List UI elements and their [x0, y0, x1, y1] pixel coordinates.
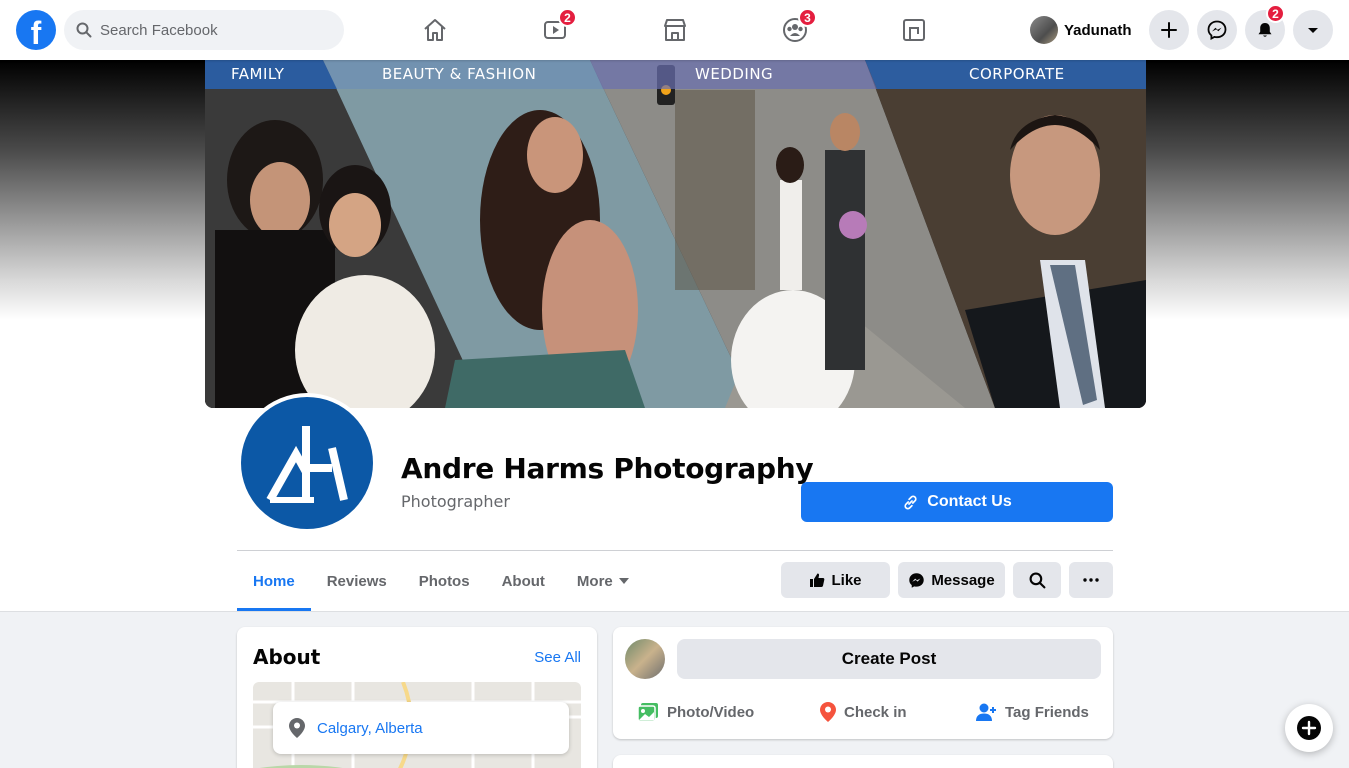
watch-badge: 2	[558, 8, 577, 27]
page-search-button[interactable]	[1013, 562, 1061, 598]
cover-tab-family: FAMILY	[231, 65, 285, 83]
page-header: FAMILY BEAUTY & FASHION WEDDING CORPORAT…	[0, 60, 1349, 612]
facebook-logo[interactable]: f	[16, 10, 56, 50]
cover-photo[interactable]: FAMILY BEAUTY & FASHION WEDDING CORPORAT…	[205, 60, 1146, 408]
tab-more[interactable]: More	[561, 551, 645, 611]
profile-name: Yadunath	[1064, 21, 1132, 39]
location-text: Calgary, Alberta	[317, 719, 423, 737]
message-button[interactable]: Message	[898, 562, 1005, 598]
avatar	[1030, 16, 1058, 44]
search-box[interactable]	[64, 10, 344, 50]
new-message-button[interactable]	[1285, 704, 1333, 752]
cover-photo-art	[205, 60, 1146, 408]
caret-down-icon	[618, 578, 629, 584]
create-post-button[interactable]: Create Post	[677, 639, 1101, 679]
tag-friends-button[interactable]: Tag Friends	[975, 697, 1089, 727]
map-pin-icon	[289, 718, 305, 738]
location-label[interactable]: Calgary, Alberta	[273, 702, 569, 754]
nav-watch[interactable]: 2	[525, 8, 585, 50]
bell-icon	[1258, 23, 1272, 37]
home-icon	[424, 19, 446, 41]
post-card	[613, 755, 1113, 768]
avatar[interactable]	[625, 639, 665, 679]
tab-more-label: More	[576, 572, 613, 590]
cover-tab-wedding: WEDDING	[695, 65, 774, 83]
ellipsis-icon	[1083, 578, 1099, 582]
contact-us-button[interactable]: Contact Us	[801, 482, 1113, 522]
search-icon	[76, 22, 92, 38]
search-icon	[1029, 572, 1045, 588]
notifications-badge: 2	[1266, 4, 1285, 23]
search-input[interactable]	[100, 21, 320, 39]
tab-photos-label: Photos	[418, 572, 470, 590]
like-page-button[interactable]: Like	[781, 562, 890, 598]
page-category: Photographer	[401, 492, 510, 511]
messenger-icon	[1207, 20, 1227, 40]
like-label: Like	[831, 571, 862, 589]
caret-down-icon	[1308, 28, 1318, 33]
create-post-label: Create Post	[841, 649, 937, 668]
tag-friends-icon	[976, 703, 996, 721]
location-pin-icon	[820, 702, 836, 722]
page-tabs: Home Reviews Photos About More	[237, 551, 645, 611]
top-navigation-bar: f 2 3 Yadunath 2	[0, 0, 1349, 60]
tab-about-label: About	[501, 572, 545, 590]
create-post-card: Create Post Photo/Video Check in Tag Fri…	[613, 627, 1113, 739]
photo-video-label: Photo/Video	[667, 703, 755, 721]
groups-badge: 3	[798, 8, 817, 27]
tag-friends-label: Tag Friends	[1005, 703, 1089, 721]
compose-icon	[1297, 716, 1321, 740]
photo-icon	[637, 703, 658, 722]
tab-reviews-label: Reviews	[326, 572, 387, 590]
tab-about[interactable]: About	[486, 551, 561, 611]
nav-gaming[interactable]	[884, 10, 944, 50]
cover-tab-corporate: CORPORATE	[969, 65, 1065, 83]
cover-tab-beauty-fashion: BEAUTY & FASHION	[382, 65, 537, 83]
notifications-button[interactable]: 2	[1245, 4, 1285, 50]
check-in-label: Check in	[844, 703, 907, 721]
tab-photos[interactable]: Photos	[403, 551, 486, 611]
nav-marketplace[interactable]	[645, 10, 705, 50]
about-card: About See All Calgary, Alberta	[237, 627, 597, 768]
page-profile-picture[interactable]	[237, 393, 377, 533]
thumbs-up-icon	[810, 573, 825, 587]
page-title: Andre Harms Photography	[401, 452, 814, 485]
contact-us-label: Contact Us	[927, 493, 1012, 510]
check-in-button[interactable]: Check in	[820, 697, 907, 727]
photo-video-button[interactable]: Photo/Video	[637, 697, 754, 727]
create-button[interactable]	[1149, 10, 1189, 50]
tab-home[interactable]: Home	[237, 551, 311, 611]
nav-home[interactable]	[405, 10, 465, 50]
profile-chip[interactable]: Yadunath	[1026, 12, 1140, 48]
nav-groups[interactable]: 3	[765, 8, 825, 50]
see-all-link[interactable]: See All	[534, 649, 581, 666]
tab-home-label: Home	[253, 572, 295, 590]
gaming-icon	[903, 19, 925, 41]
messenger-icon	[909, 572, 925, 588]
location-map[interactable]: Calgary, Alberta	[253, 682, 581, 768]
about-title: About	[253, 645, 321, 669]
plus-icon	[1161, 22, 1177, 38]
messenger-button[interactable]	[1197, 10, 1237, 50]
message-label: Message	[931, 571, 995, 589]
link-icon	[904, 495, 917, 509]
account-menu-button[interactable]	[1293, 10, 1333, 50]
cover-category-bar: FAMILY BEAUTY & FASHION WEDDING CORPORAT…	[205, 60, 1146, 89]
facebook-logo-letter: f	[30, 15, 42, 50]
marketplace-icon	[664, 19, 686, 41]
ah-logo-icon	[241, 397, 373, 529]
more-options-button[interactable]	[1069, 562, 1113, 598]
tab-reviews[interactable]: Reviews	[311, 551, 403, 611]
